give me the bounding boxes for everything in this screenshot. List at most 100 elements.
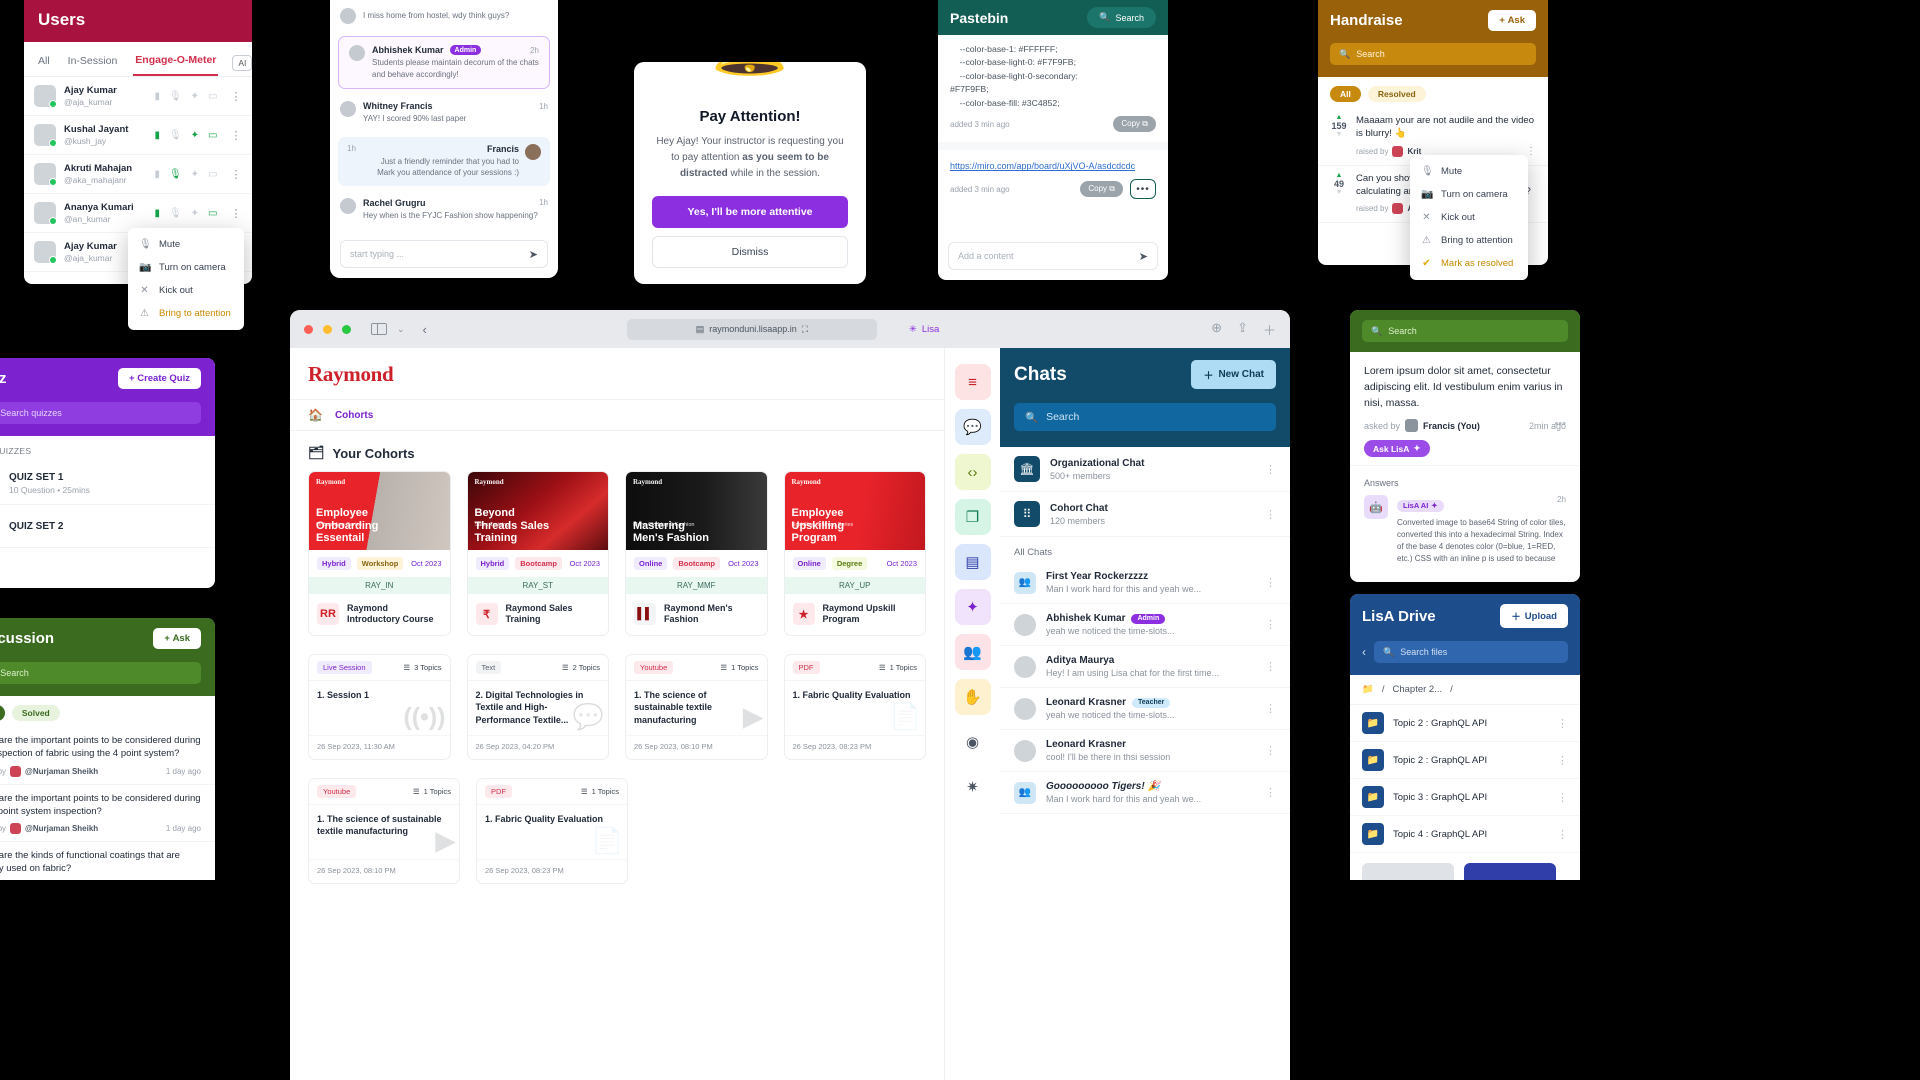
handraise-search[interactable]: 🔍 Search	[1330, 43, 1536, 65]
reader-icon[interactable]: ⛶	[802, 324, 808, 335]
send-icon[interactable]: ➤	[1139, 250, 1148, 263]
more-options-icon[interactable]: •••	[1130, 179, 1156, 200]
quiz-item[interactable]: ≡ QUIZ SET 1 10 Question • 25mins	[0, 462, 215, 505]
minimize-window-button[interactable]	[323, 324, 332, 334]
copy-icon[interactable]: ❐	[954, 499, 991, 535]
pastebin-link[interactable]: https://miro.com/app/board/uXjVO-A/asdcd…	[938, 150, 1168, 173]
share-icon[interactable]: ⇪	[1237, 320, 1248, 339]
file-item[interactable]: 📁 Topic 2 : GraphQL API ⋮	[1350, 705, 1580, 742]
upvote-icon[interactable]: ▲	[1330, 114, 1348, 121]
menu-item-kick-out[interactable]: ✕ Kick out	[1410, 206, 1528, 229]
filter-resolved[interactable]: Resolved	[1367, 86, 1426, 102]
menu-item-mute[interactable]: 🎙 Mute	[1410, 160, 1528, 183]
list-item[interactable]: 👥 Gooooooooo Tigers! 🎉 Man I work hard f…	[1000, 772, 1290, 814]
downvote-icon[interactable]: ▼	[1330, 189, 1348, 196]
table-row[interactable]: Kushal Jayant @kush_jay ▮ 🎙 ✦ ▭ ⋮	[24, 116, 252, 155]
cohort-card[interactable]: Raymond Mens Clothing & Fashion Masterin…	[625, 471, 768, 636]
be-attentive-button[interactable]: Yes, I'll be more attentive	[652, 196, 848, 228]
cohort-course[interactable]: ★ Raymond Upskill Program	[785, 594, 926, 635]
back-icon[interactable]: ‹	[1362, 645, 1366, 659]
menu-item-mark-as-resolved[interactable]: ✔ Mark as resolved	[1410, 252, 1528, 275]
home-icon[interactable]: 🏠	[308, 408, 323, 422]
menu-item-bring-to-attention[interactable]: ⚠ Bring to attention	[1410, 229, 1528, 252]
discussion-item[interactable]: What are the important points to be cons…	[0, 785, 215, 843]
list-item[interactable]: 👥 First Year Rockerzzzz Man I work hard …	[1000, 562, 1290, 604]
file-item[interactable]: 📁 Topic 2 : GraphQL API ⋮	[1350, 742, 1580, 779]
vote-control[interactable]: ▲ 159 ▼	[1330, 114, 1348, 157]
cohort-card[interactable]: Raymond Sales Training Beyond Threads Sa…	[466, 471, 609, 636]
list-item[interactable]: Leonard Krasner cool! I'll be there in t…	[1000, 730, 1290, 772]
microphone-icon[interactable]: 🎙	[169, 130, 182, 141]
vote-control[interactable]: ▲ 49 ▼	[1330, 172, 1348, 215]
group-icon[interactable]: 👥	[954, 634, 991, 670]
camera-icon[interactable]: ▮	[154, 130, 160, 141]
cursor-icon[interactable]: ✦	[191, 208, 199, 219]
topic-card[interactable]: Youtube ☰ 1 Topics 1. The science of sus…	[308, 777, 460, 884]
file-item[interactable]: 📁 Topic 4 : GraphQL API ⋮	[1350, 816, 1580, 853]
thumbnail[interactable]	[1362, 863, 1454, 880]
cohort-course[interactable]: RR Raymond Introductory Course	[309, 594, 450, 635]
code-icon[interactable]: ‹›	[954, 454, 991, 490]
pinned-chat-row[interactable]: ⠿ Cohort Chat 120 members ⋮	[1000, 492, 1290, 537]
tab-in-session[interactable]: In-Session	[66, 51, 120, 75]
menu-item-bring-to-attention[interactable]: ⚠ Bring to attention	[128, 302, 244, 325]
topic-card[interactable]: Youtube ☰ 1 Topics 1. The science of sus…	[625, 653, 768, 760]
chat-input[interactable]: start typing ... ➤	[340, 240, 548, 268]
chats-search[interactable]: 🔍 Search	[1014, 403, 1276, 431]
more-options-icon[interactable]: ⋮	[1265, 744, 1276, 757]
ask-button[interactable]: + Ask	[153, 628, 201, 649]
topic-card[interactable]: Text ☰ 2 Topics 2. Digital Technologies …	[466, 653, 609, 760]
drive-path-item[interactable]: Chapter 2...	[1392, 684, 1442, 695]
server-icon[interactable]: ▤	[954, 544, 991, 580]
handraise-context-menu[interactable]: 🎙 Mute 📷 Turn on camera ✕ Kick out ⚠ Bri…	[1410, 155, 1528, 280]
new-tab-icon[interactable]: ＋	[1263, 320, 1276, 339]
back-icon[interactable]: ‹	[423, 322, 427, 337]
new-chat-button[interactable]: ＋ New Chat	[1191, 360, 1276, 389]
copy-button[interactable]: Copy ⧉	[1080, 181, 1123, 198]
list-item[interactable]: Leonard Krasner Teacher yeah we noticed …	[1000, 688, 1290, 730]
more-options-icon[interactable]: ⋮	[1265, 660, 1276, 673]
profile-icon[interactable]: ◉	[954, 724, 991, 760]
url-bar[interactable]: ▤ raymonduni.lisaapp.in ⛶	[626, 318, 877, 340]
microphone-icon[interactable]: 🎙	[169, 91, 182, 102]
drive-search[interactable]: 🔍 Search files	[1374, 641, 1568, 663]
chat-message-highlighted[interactable]: Abhishek Kumar Admin 2h Students please …	[338, 36, 550, 90]
copy-button[interactable]: Copy ⧉	[1113, 116, 1156, 133]
download-icon[interactable]: ⊕	[1211, 320, 1222, 339]
chevron-down-icon[interactable]: ⌄	[397, 324, 405, 335]
more-options-icon[interactable]: ⋮	[1265, 508, 1276, 521]
topic-card[interactable]: PDF ☰ 1 Topics 1. Fabric Quality Evaluat…	[476, 777, 628, 884]
cohort-card[interactable]: Raymond Onboarding Series Employee Onboa…	[308, 471, 451, 636]
sidebar-toggle-icon[interactable]	[371, 323, 387, 335]
hand-icon[interactable]: ✋	[954, 679, 991, 715]
send-icon[interactable]: ➤	[529, 248, 538, 261]
quiz-item[interactable]: ≡ QUIZ SET 2	[0, 505, 215, 548]
quiz-search[interactable]: 🔍 Search quizzes	[0, 402, 201, 424]
microphone-icon[interactable]: 🎙	[169, 169, 182, 180]
pinned-chat-row[interactable]: 🏛 Organizational Chat 500+ members ⋮	[1000, 447, 1290, 492]
pastebin-search-button[interactable]: 🔍 Search	[1087, 7, 1156, 28]
cohort-card[interactable]: Raymond Upskilling Training Series Emplo…	[783, 471, 926, 636]
tab-all[interactable]: All	[36, 51, 52, 75]
screen-icon[interactable]: ▭	[208, 208, 217, 219]
upvote-icon[interactable]: ▲	[1330, 172, 1348, 179]
camera-icon[interactable]: ▮	[154, 169, 160, 180]
settings-icon[interactable]: ✷	[954, 769, 991, 805]
menu-item-turn-on-camera[interactable]: 📷 Turn on camera	[1410, 183, 1528, 206]
more-options-icon[interactable]: ⋮	[1557, 828, 1568, 841]
filter-all[interactable]: All	[0, 705, 5, 721]
tab-engage-o-meter[interactable]: Engage-O-Meter	[133, 50, 219, 76]
more-options-icon[interactable]: ⋮	[1265, 463, 1276, 476]
ask-lisa-button[interactable]: Ask LisA ✦	[1364, 440, 1430, 458]
menu-item-turn-on-camera[interactable]: 📷 Turn on camera	[128, 256, 244, 279]
camera-icon[interactable]: ▮	[154, 208, 160, 219]
breadcrumb-cohorts[interactable]: Cohorts	[335, 410, 373, 421]
puzzle-icon[interactable]: ✦	[954, 589, 991, 625]
topic-card[interactable]: PDF ☰ 1 Topics 1. Fabric Quality Evaluat…	[783, 653, 926, 760]
upload-button[interactable]: ＋ Upload	[1500, 604, 1568, 628]
filter-all[interactable]: All	[1330, 86, 1361, 102]
discussion-search[interactable]: 🔍 Search	[0, 662, 201, 684]
create-quiz-button[interactable]: + Create Quiz	[118, 368, 201, 389]
screen-icon[interactable]: ▭	[208, 130, 217, 141]
cohort-course[interactable]: ₹ Raymond Sales Training	[468, 594, 609, 635]
